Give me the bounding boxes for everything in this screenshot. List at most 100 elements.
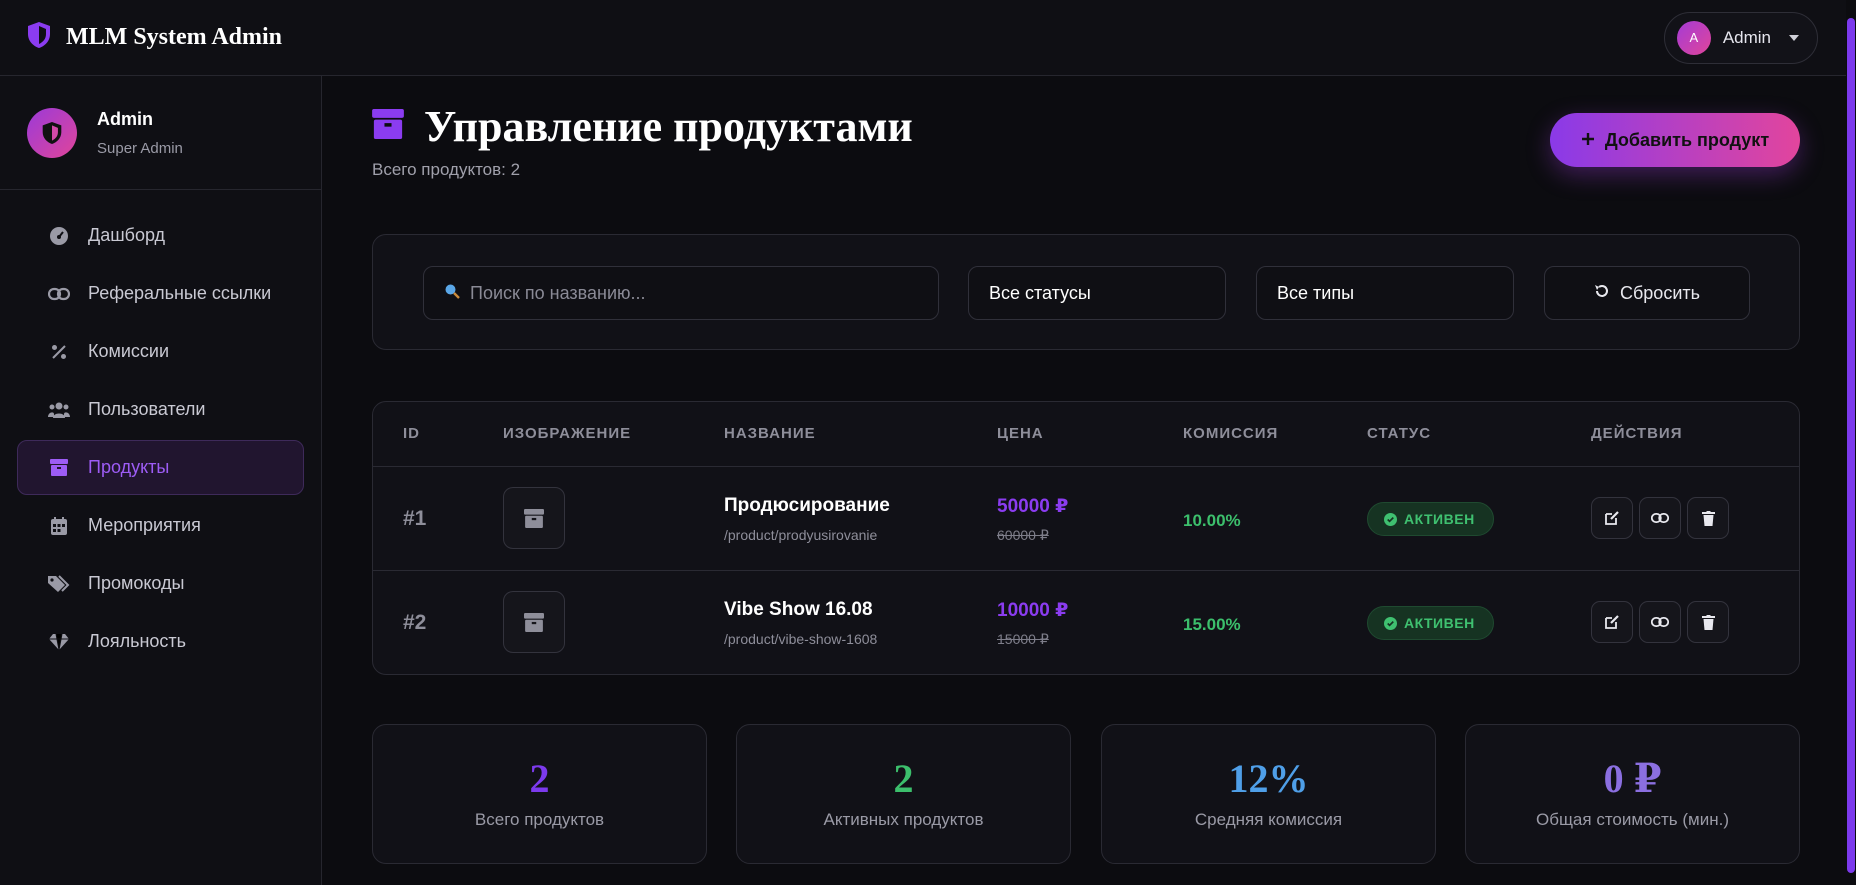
sidebar-item-products[interactable]: Продукты [17,440,304,495]
product-old-price: 15000 ₽ [997,631,1049,647]
product-id: #2 [403,611,427,634]
edit-button[interactable] [1591,497,1633,539]
sidebar-profile: Admin Super Admin [0,76,321,190]
sidebar-item-referral-links[interactable]: Реферальные ссылки [17,266,304,321]
trash-icon [1701,614,1715,630]
row-actions [1591,497,1729,539]
column-header-commission[interactable]: КОМИССИЯ [1183,425,1278,442]
edit-icon [1605,615,1619,629]
product-price: 10000 ₽ [997,600,1069,621]
column-header-price[interactable]: ЦЕНА [997,425,1044,442]
stats-row: 2 Всего продуктов 2 Активных продуктов 1… [372,724,1800,864]
search-icon [444,283,460,304]
column-header-status[interactable]: СТАТУС [1367,425,1431,442]
stat-card-total-value: 0 ₽ Общая стоимость (мин.) [1465,724,1800,864]
table-row[interactable]: #2 Vibe Show 16.08 /product/vibe-show-16… [373,571,1799,674]
avatar: A [1676,20,1711,55]
top-navbar: MLM System Admin A Admin [0,0,1856,76]
stat-value: 2 [893,756,914,801]
undo-icon [1594,283,1610,304]
link-icon [1651,513,1669,523]
copy-link-button[interactable] [1639,601,1681,643]
chevron-down-icon [1789,34,1799,41]
page-header: Управление продуктами Всего продуктов: 2… [372,76,1800,226]
stat-label: Активных продуктов [823,810,984,829]
product-slug: /product/prodyusirovanie [724,527,878,543]
delete-button[interactable] [1687,497,1729,539]
product-id: #1 [403,507,427,530]
box-icon [524,612,544,632]
search-input[interactable]: Поиск по названию... [423,266,939,320]
add-product-button[interactable]: Добавить продукт [1550,113,1800,167]
add-product-label: Добавить продукт [1604,129,1770,150]
status-label: АКТИВЕН [1404,615,1475,631]
sidebar-item-label: Продукты [88,457,170,477]
stat-card-active: 2 Активных продуктов [736,724,1071,864]
link-icon [48,283,70,305]
column-header-actions[interactable]: ДЕЙСТВИЯ [1591,425,1683,442]
stat-label: Средняя комиссия [1194,810,1343,829]
column-header-image[interactable]: ИЗОБРАЖЕНИЕ [503,425,631,442]
sidebar-item-users[interactable]: Пользователи [17,382,304,437]
stat-label: Всего продуктов [474,810,605,829]
main-content: Управление продуктами Всего продуктов: 2… [372,76,1800,864]
box-icon [372,109,404,144]
stat-value: 12% [1228,756,1309,801]
link-icon [1651,617,1669,627]
plus-icon [1581,130,1595,151]
copy-link-button[interactable] [1639,497,1681,539]
status-badge: АКТИВЕН [1367,606,1494,640]
gauge-icon [48,225,70,247]
reset-label: Сбросить [1619,282,1700,303]
tags-icon [48,573,70,595]
stat-card-avg-commission: 12% Средняя комиссия [1101,724,1436,864]
user-menu-button[interactable]: A Admin [1663,11,1818,64]
column-header-name[interactable]: НАЗВАНИЕ [724,425,816,442]
sidebar-item-label: Лояльность [88,631,187,651]
app-title: MLM System Admin [66,24,282,50]
table-row[interactable]: #1 Продюсирование /product/prodyusirovan… [373,467,1799,571]
scrollbar-thumb[interactable] [1847,18,1855,873]
status-badge: АКТИВЕН [1367,502,1494,536]
brand[interactable]: MLM System Admin [26,21,282,54]
users-icon [48,399,70,421]
table-header: ID ИЗОБРАЖЕНИЕ НАЗВАНИЕ ЦЕНА КОМИССИЯ СТ… [373,402,1799,467]
sidebar-item-label: Пользователи [88,399,206,419]
profile-name: Admin [97,108,153,129]
stat-label: Общая стоимость (мин.) [1535,810,1729,829]
gem-icon [48,631,70,653]
stat-card-total: 2 Всего продуктов [372,724,707,864]
check-circle-icon [1384,616,1397,630]
product-old-price: 60000 ₽ [997,527,1049,543]
sidebar-item-label: Мероприятия [88,515,201,535]
sidebar-item-commissions[interactable]: Комиссии [17,324,304,379]
sidebar-item-loyalty[interactable]: Лояльность [17,614,304,669]
product-image[interactable] [503,487,565,549]
edit-button[interactable] [1591,601,1633,643]
shield-icon [42,121,62,144]
page-title-group: Управление продуктами [372,101,913,152]
type-select[interactable]: Все типы [1256,266,1514,320]
type-select-value: Все типы [1277,282,1355,303]
page-title: Управление продуктами [424,102,913,151]
sidebar-item-events[interactable]: Мероприятия [17,498,304,553]
product-name[interactable]: Vibe Show 16.08 [724,599,873,621]
search-placeholder: Поиск по названию... [470,282,646,303]
sidebar-nav: Дашборд Реферальные ссылки Комиссии Поль… [0,190,321,690]
status-label: АКТИВЕН [1404,511,1475,527]
sidebar-item-label: Реферальные ссылки [88,283,272,303]
delete-button[interactable] [1687,601,1729,643]
sidebar-item-promocodes[interactable]: Промокоды [17,556,304,611]
sidebar-item-dashboard[interactable]: Дашборд [17,208,304,263]
stat-value: 2 [529,756,550,801]
scrollbar[interactable] [1846,0,1856,885]
box-icon [48,457,70,479]
sidebar-item-label: Комиссии [88,341,170,361]
reset-button[interactable]: Сбросить [1544,266,1750,320]
sidebar-item-label: Дашборд [88,225,166,245]
product-name[interactable]: Продюсирование [724,495,890,517]
column-header-id[interactable]: ID [403,425,420,442]
status-select[interactable]: Все статусы [968,266,1226,320]
product-image[interactable] [503,591,565,653]
check-circle-icon [1384,512,1397,526]
